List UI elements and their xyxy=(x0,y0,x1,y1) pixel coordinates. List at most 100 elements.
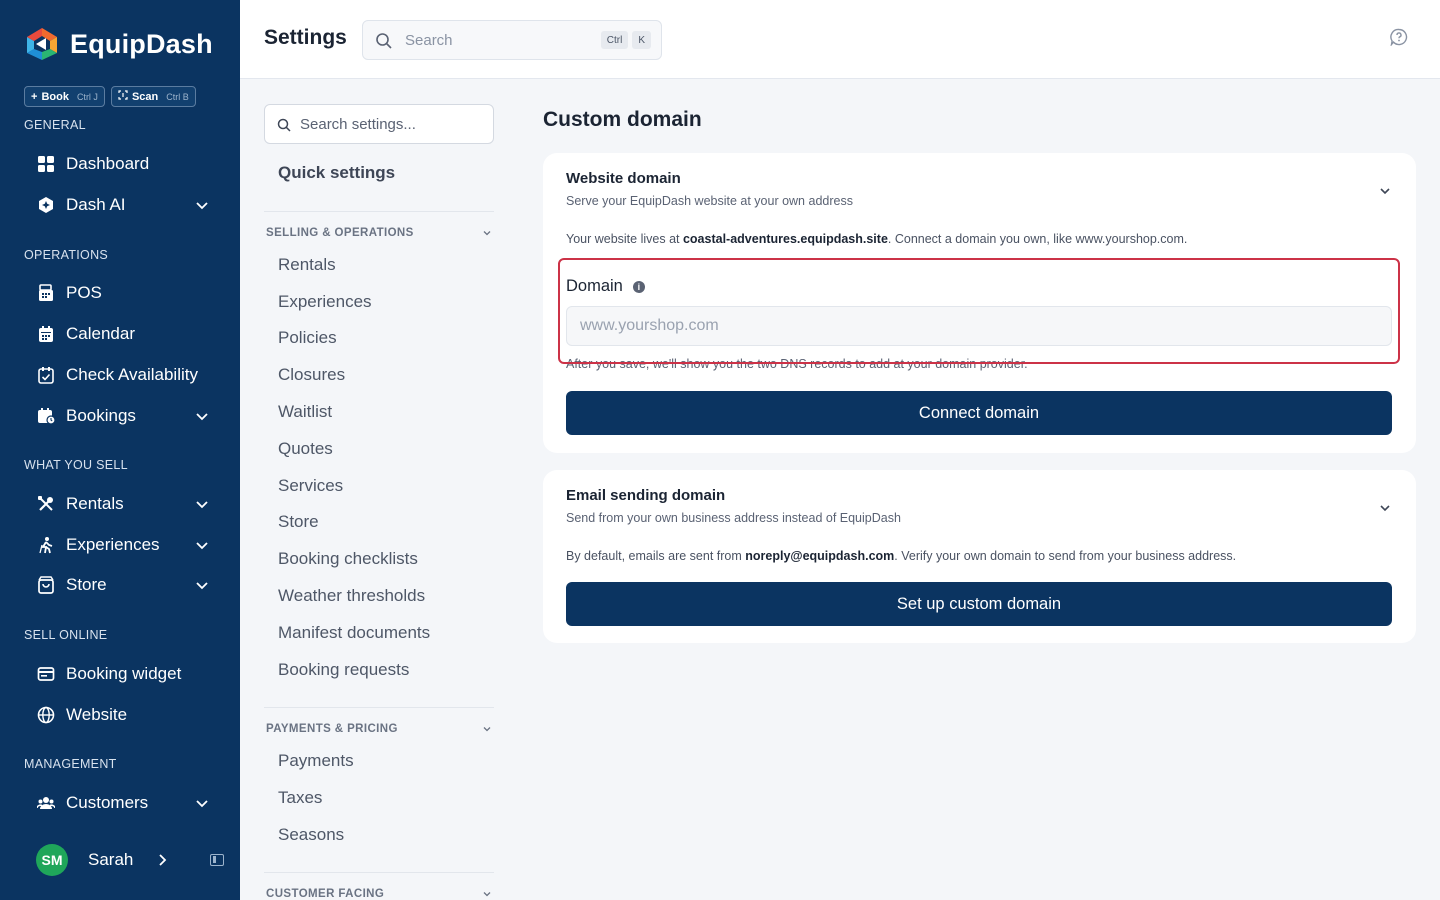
sidebar-item-label: Check Availability xyxy=(66,365,198,384)
settings-item-weather-thresholds[interactable]: Weather thresholds xyxy=(278,586,425,606)
sidebar-item-dashboard[interactable]: Dashboard xyxy=(36,149,216,179)
shopping-bag-icon xyxy=(36,575,56,595)
settings-search-input[interactable]: Search settings... xyxy=(264,104,494,144)
settings-item-booking-checklists[interactable]: Booking checklists xyxy=(278,549,418,569)
sidebar-item-booking-widget[interactable]: Booking widget xyxy=(36,659,216,689)
divider xyxy=(264,707,494,708)
bookings-icon xyxy=(36,406,56,426)
domain-field-label: Domain i xyxy=(566,277,645,296)
current-site-url: coastal-adventures.equipdash.site xyxy=(682,232,888,246)
section-title-operations: OPERATIONS xyxy=(24,248,109,262)
setup-custom-domain-button[interactable]: Set up custom domain xyxy=(566,582,1392,626)
sidebar-item-label: Booking widget xyxy=(66,664,182,683)
settings-item-manifest-documents[interactable]: Manifest documents xyxy=(278,623,430,643)
sidebar-item-rentals[interactable]: Rentals xyxy=(36,489,216,519)
settings-group-payments-pricing[interactable]: PAYMENTS & PRICING xyxy=(266,723,494,735)
scan-shortcut: Ctrl B xyxy=(166,91,189,102)
app-name: EquipDash xyxy=(70,28,213,59)
sidebar-item-customers[interactable]: Customers xyxy=(36,788,216,818)
scan-label: Scan xyxy=(131,90,159,103)
chevron-down-icon xyxy=(194,577,210,593)
chevron-down-icon xyxy=(482,228,492,241)
users-icon xyxy=(36,793,56,813)
user-menu[interactable]: SM Sarah xyxy=(36,844,230,876)
settings-item-seasons[interactable]: Seasons xyxy=(278,825,344,845)
app-logo[interactable]: EquipDash xyxy=(24,26,213,62)
info-suffix: . Verify your own domain to send from yo… xyxy=(894,549,1237,563)
settings-item-experiences[interactable]: Experiences xyxy=(278,292,372,312)
chevron-down-icon xyxy=(482,724,492,737)
search-icon xyxy=(277,118,291,137)
email-domain-card: Email sending domain Send from your own … xyxy=(543,470,1416,643)
scan-button[interactable]: Scan Ctrl B xyxy=(110,86,196,107)
calendar-check-icon xyxy=(36,365,56,385)
logo-icon xyxy=(24,26,60,62)
section-title-general: GENERAL xyxy=(24,118,86,132)
help-icon[interactable] xyxy=(1390,28,1408,51)
collapse-sidebar-icon[interactable] xyxy=(210,854,224,866)
connect-domain-button[interactable]: Connect domain xyxy=(566,391,1392,435)
sidebar-item-store[interactable]: Store xyxy=(36,570,216,600)
info-icon[interactable]: i xyxy=(632,280,645,293)
search-shortcut: Ctrl K xyxy=(600,31,651,49)
settings-item-closures[interactable]: Closures xyxy=(278,365,345,385)
sidebar-item-website[interactable]: Website xyxy=(36,700,216,730)
chevron-down-icon xyxy=(482,889,492,900)
ai-icon xyxy=(36,195,56,215)
info-prefix: Your website lives at xyxy=(566,232,683,246)
page-title: Settings xyxy=(264,26,347,49)
default-sender: noreply@equipdash.com xyxy=(745,549,895,563)
chevron-down-icon xyxy=(194,496,210,512)
domain-label-text: Domain xyxy=(566,277,623,295)
book-button[interactable]: + Book Ctrl J xyxy=(24,86,105,107)
sidebar-item-label: Experiences xyxy=(66,535,160,554)
card-subtitle: Serve your EquipDash website at your own… xyxy=(566,194,853,208)
book-shortcut: Ctrl J xyxy=(76,91,98,102)
chevron-down-icon[interactable] xyxy=(1378,501,1392,520)
info-suffix: . Connect a domain you own, like www.you… xyxy=(887,232,1188,246)
chevron-down-icon[interactable] xyxy=(1378,184,1392,203)
ctrl-key: Ctrl xyxy=(600,31,629,49)
sidebar-item-experiences[interactable]: Experiences xyxy=(36,530,216,560)
search-icon xyxy=(375,32,393,55)
settings-item-services[interactable]: Services xyxy=(278,476,343,496)
globe-icon xyxy=(36,705,56,725)
section-title-sell-online: SELL ONLINE xyxy=(24,628,108,642)
book-label: Book xyxy=(41,90,69,103)
topbar: Settings Search Ctrl K xyxy=(240,0,1440,79)
info-prefix: By default, emails are sent from xyxy=(566,549,746,563)
sidebar-item-dash-ai[interactable]: Dash AI xyxy=(36,190,216,220)
plus-icon: + xyxy=(31,90,38,103)
settings-item-store[interactable]: Store xyxy=(278,512,319,532)
settings-item-rentals[interactable]: Rentals xyxy=(278,255,336,275)
sidebar-item-label: Rentals xyxy=(66,494,124,513)
tools-icon xyxy=(36,494,56,514)
section-title: Custom domain xyxy=(543,108,702,131)
settings-item-booking-requests[interactable]: Booking requests xyxy=(278,660,409,680)
sidebar-item-check-availability[interactable]: Check Availability xyxy=(36,360,216,390)
settings-search-placeholder: Search settings... xyxy=(300,116,416,133)
sidebar-item-label: Dash AI xyxy=(66,195,126,214)
sidebar-item-pos[interactable]: POS xyxy=(36,278,216,308)
sidebar-item-label: Calendar xyxy=(66,324,135,343)
settings-group-selling-operations[interactable]: SELLING & OPERATIONS xyxy=(266,227,494,239)
chevron-down-icon xyxy=(194,537,210,553)
divider xyxy=(264,211,494,212)
sidebar-item-calendar[interactable]: Calendar xyxy=(36,319,216,349)
settings-item-policies[interactable]: Policies xyxy=(278,328,337,348)
sidebar-item-label: Bookings xyxy=(66,406,136,425)
card-subtitle: Send from your own business address inst… xyxy=(566,511,901,525)
card-title: Website domain xyxy=(566,170,681,187)
domain-input[interactable] xyxy=(566,306,1392,346)
sidebar-item-bookings[interactable]: Bookings xyxy=(36,401,216,431)
quick-settings-link[interactable]: Quick settings xyxy=(278,163,395,183)
global-search[interactable]: Search Ctrl K xyxy=(362,20,662,60)
section-title-management: MANAGEMENT xyxy=(24,757,117,771)
settings-item-quotes[interactable]: Quotes xyxy=(278,439,333,459)
settings-item-payments[interactable]: Payments xyxy=(278,751,354,771)
settings-group-customer-facing[interactable]: CUSTOMER FACING xyxy=(266,888,494,900)
settings-item-taxes[interactable]: Taxes xyxy=(278,788,322,808)
settings-item-waitlist[interactable]: Waitlist xyxy=(278,402,332,422)
sidebar: EquipDash + Book Ctrl J Scan Ctrl B GENE… xyxy=(0,0,240,900)
pos-icon xyxy=(36,283,56,303)
